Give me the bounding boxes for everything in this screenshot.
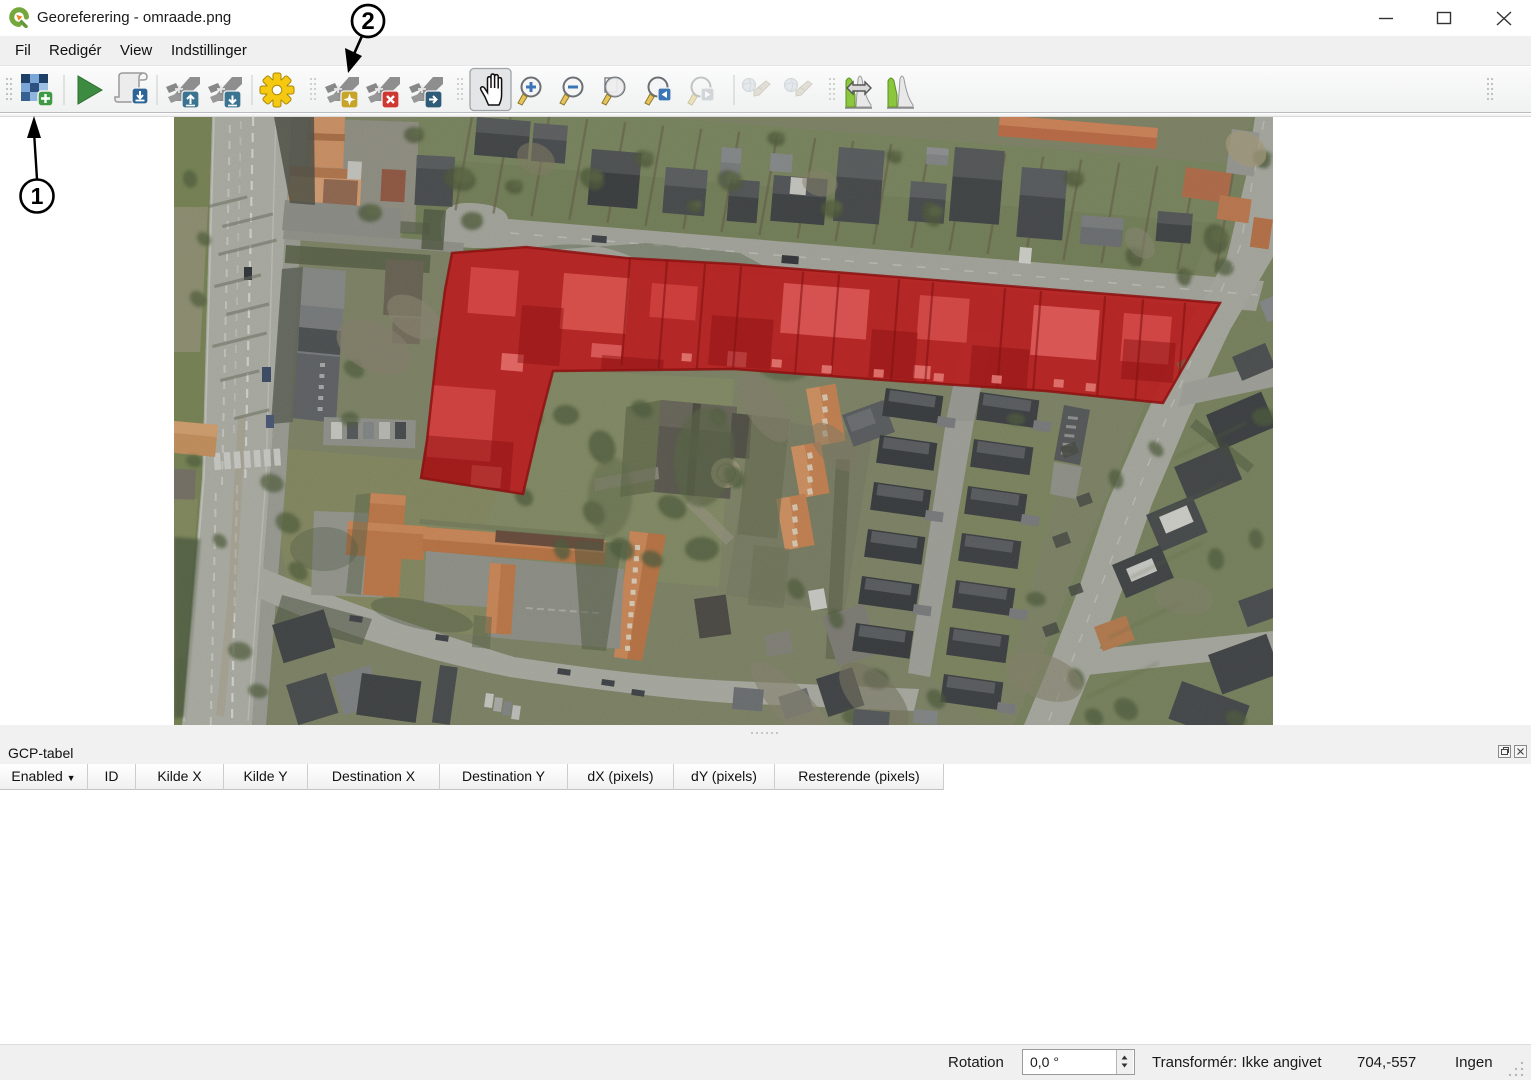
svg-text:1: 1 xyxy=(31,183,44,209)
svg-text:2: 2 xyxy=(361,8,374,35)
